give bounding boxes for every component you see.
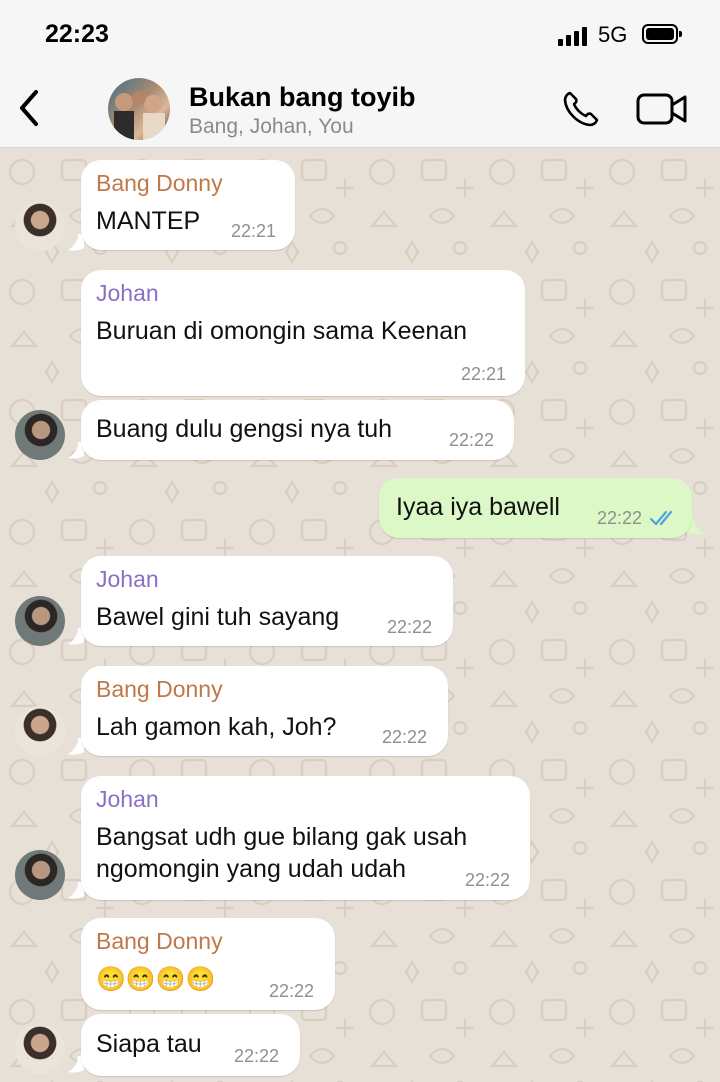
- back-arrow-icon[interactable]: [14, 88, 44, 128]
- signal-icon: [558, 26, 590, 46]
- sender-avatar[interactable]: [15, 706, 65, 756]
- message-bubble[interactable]: Bang Donny 😁😁😁😁 22:22: [81, 918, 335, 1010]
- phone-icon[interactable]: [560, 88, 602, 130]
- message-list[interactable]: Bang Donny MANTEP 22:21 Johan Buruan di …: [0, 148, 720, 1082]
- message-text: Buang dulu gengsi nya tuh: [96, 415, 393, 443]
- sender-avatar[interactable]: [15, 410, 65, 460]
- message-bubble[interactable]: Bang Donny MANTEP 22:21: [81, 160, 295, 250]
- status-time: 22:23: [45, 20, 109, 48]
- sender-name: Johan: [96, 786, 159, 812]
- battery-icon: [642, 24, 682, 44]
- message-time: 22:22: [449, 430, 495, 450]
- sender-avatar[interactable]: [15, 201, 65, 251]
- message-bubble[interactable]: Buang dulu gengsi nya tuh 22:22: [81, 400, 514, 460]
- message-bubble[interactable]: Johan Bawel gini tuh sayang 22:22: [81, 556, 453, 646]
- sender-name: Bang Donny: [96, 928, 223, 954]
- message-text: MANTEP: [96, 207, 201, 235]
- message-time: 22:22: [234, 1046, 280, 1066]
- message-time: 22:22: [269, 981, 315, 1001]
- message-text: Lah gamon kah, Joh?: [96, 713, 337, 741]
- read-receipt-icon: [649, 510, 673, 526]
- message-text-line: Bangsat udh gue bilang gak usah: [96, 823, 468, 851]
- network-label: 5G: [598, 22, 628, 47]
- message-bubble[interactable]: Siapa tau 22:22: [81, 1014, 300, 1076]
- message-text: 😁😁😁😁: [96, 966, 216, 993]
- chat-header: Bukan bang toyib Bang, Johan, You: [0, 70, 720, 148]
- message-time: 22:22: [387, 617, 433, 637]
- group-avatar[interactable]: [108, 78, 170, 140]
- chat-title[interactable]: Bukan bang toyib: [189, 82, 416, 113]
- message-text: Bawel gini tuh sayang: [96, 603, 340, 631]
- sender-name: Johan: [96, 280, 159, 306]
- sender-avatar[interactable]: [15, 596, 65, 646]
- message-bubble-outgoing[interactable]: Iyaa iya bawell 22:22: [379, 478, 692, 538]
- sender-name: Johan: [96, 566, 159, 592]
- sender-avatar[interactable]: [15, 1024, 65, 1074]
- sender-name: Bang Donny: [96, 676, 223, 702]
- message-time: 22:21: [461, 364, 507, 384]
- message-bubble[interactable]: Bang Donny Lah gamon kah, Joh? 22:22: [81, 666, 448, 756]
- message-time: 22:22: [465, 870, 511, 890]
- message-time: 22:22: [597, 508, 643, 528]
- video-call-icon[interactable]: [636, 92, 688, 126]
- message-text: Iyaa iya bawell: [396, 493, 560, 521]
- chat-members[interactable]: Bang, Johan, You: [189, 115, 354, 139]
- sender-avatar[interactable]: [15, 850, 65, 900]
- sender-name: Bang Donny: [96, 170, 223, 196]
- message-text-line: ngomongin yang udah udah: [96, 855, 406, 883]
- message-bubble[interactable]: Johan Bangsat udh gue bilang gak usah ng…: [81, 776, 530, 900]
- status-bar: 22:23 5G: [0, 0, 720, 70]
- message-bubble[interactable]: Johan Buruan di omongin sama Keenan 22:2…: [81, 270, 525, 396]
- message-text: Buruan di omongin sama Keenan: [96, 317, 468, 345]
- message-time: 22:22: [382, 727, 428, 747]
- message-time: 22:21: [231, 221, 277, 241]
- message-text: Siapa tau: [96, 1030, 202, 1058]
